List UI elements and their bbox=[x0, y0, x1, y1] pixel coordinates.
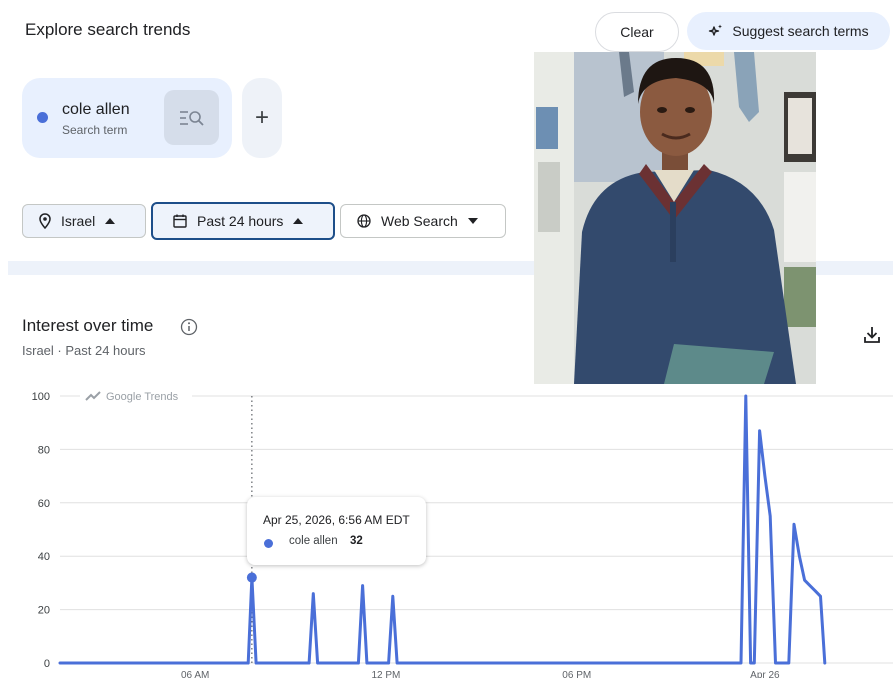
time-range-filter[interactable]: Past 24 hours bbox=[151, 202, 335, 240]
caret-up-icon bbox=[105, 218, 116, 224]
person-photo bbox=[534, 52, 816, 384]
y-tick-label: 100 bbox=[32, 391, 50, 403]
search-term-card[interactable]: cole allen Search term bbox=[22, 78, 232, 158]
suggest-search-terms-button[interactable]: Suggest search terms bbox=[687, 12, 890, 50]
google-trends-watermark: Google Trends bbox=[106, 391, 179, 403]
search-list-button[interactable] bbox=[164, 90, 219, 145]
x-tick-label: 06 PM bbox=[562, 670, 591, 678]
suggest-label: Suggest search terms bbox=[732, 23, 869, 39]
y-tick-label: 80 bbox=[38, 444, 50, 456]
y-tick-label: 0 bbox=[44, 658, 50, 670]
property-filter[interactable]: Web Search bbox=[340, 204, 506, 238]
y-tick-label: 20 bbox=[38, 605, 50, 617]
tooltip-series-name: cole allen bbox=[289, 535, 338, 547]
sparkle-icon bbox=[709, 24, 723, 36]
section-title: Interest over time bbox=[22, 316, 154, 335]
property-label: Web Search bbox=[381, 213, 458, 229]
term-name[interactable]: cole allen bbox=[62, 101, 130, 119]
section-subtitle: Israel · Past 24 hours bbox=[22, 343, 146, 358]
x-tick-label: 06 AM bbox=[181, 670, 209, 678]
location-filter[interactable]: Israel bbox=[22, 204, 146, 238]
page-title: Explore search trends bbox=[25, 20, 191, 39]
term-color-dot bbox=[37, 112, 48, 123]
location-pin-icon bbox=[39, 213, 51, 229]
clear-label: Clear bbox=[620, 24, 654, 40]
hover-point bbox=[246, 572, 257, 583]
time-range-label: Past 24 hours bbox=[197, 213, 284, 229]
calendar-icon bbox=[173, 214, 187, 228]
x-tick-label: 12 PM bbox=[371, 670, 400, 678]
x-tick-label: Apr 26 bbox=[750, 670, 780, 678]
chart-tooltip: Apr 25, 2026, 6:56 AM EDT cole allen 32 bbox=[247, 497, 426, 565]
caret-down-icon bbox=[467, 218, 478, 224]
clear-button[interactable]: Clear bbox=[595, 12, 679, 52]
search-list-icon bbox=[179, 110, 204, 126]
y-tick-label: 60 bbox=[38, 498, 50, 510]
caret-up-icon bbox=[293, 218, 304, 224]
term-subtitle: Search term bbox=[62, 123, 128, 137]
tooltip-value: 32 bbox=[350, 535, 363, 547]
tooltip-series-dot bbox=[264, 539, 273, 548]
globe-icon bbox=[357, 214, 371, 228]
download-icon[interactable] bbox=[862, 325, 882, 345]
series-line bbox=[58, 394, 827, 665]
y-tick-label: 40 bbox=[38, 551, 50, 563]
add-term-button[interactable]: + bbox=[242, 78, 282, 158]
tooltip-date: Apr 25, 2026, 6:56 AM EDT bbox=[263, 513, 410, 527]
interest-over-time-chart: 100 80 60 40 20 0 Google Trends 06 AM 12 PM 06 PM… bbox=[32, 388, 893, 678]
plus-icon: + bbox=[254, 104, 269, 131]
info-icon[interactable] bbox=[180, 318, 198, 336]
location-label: Israel bbox=[61, 213, 96, 229]
